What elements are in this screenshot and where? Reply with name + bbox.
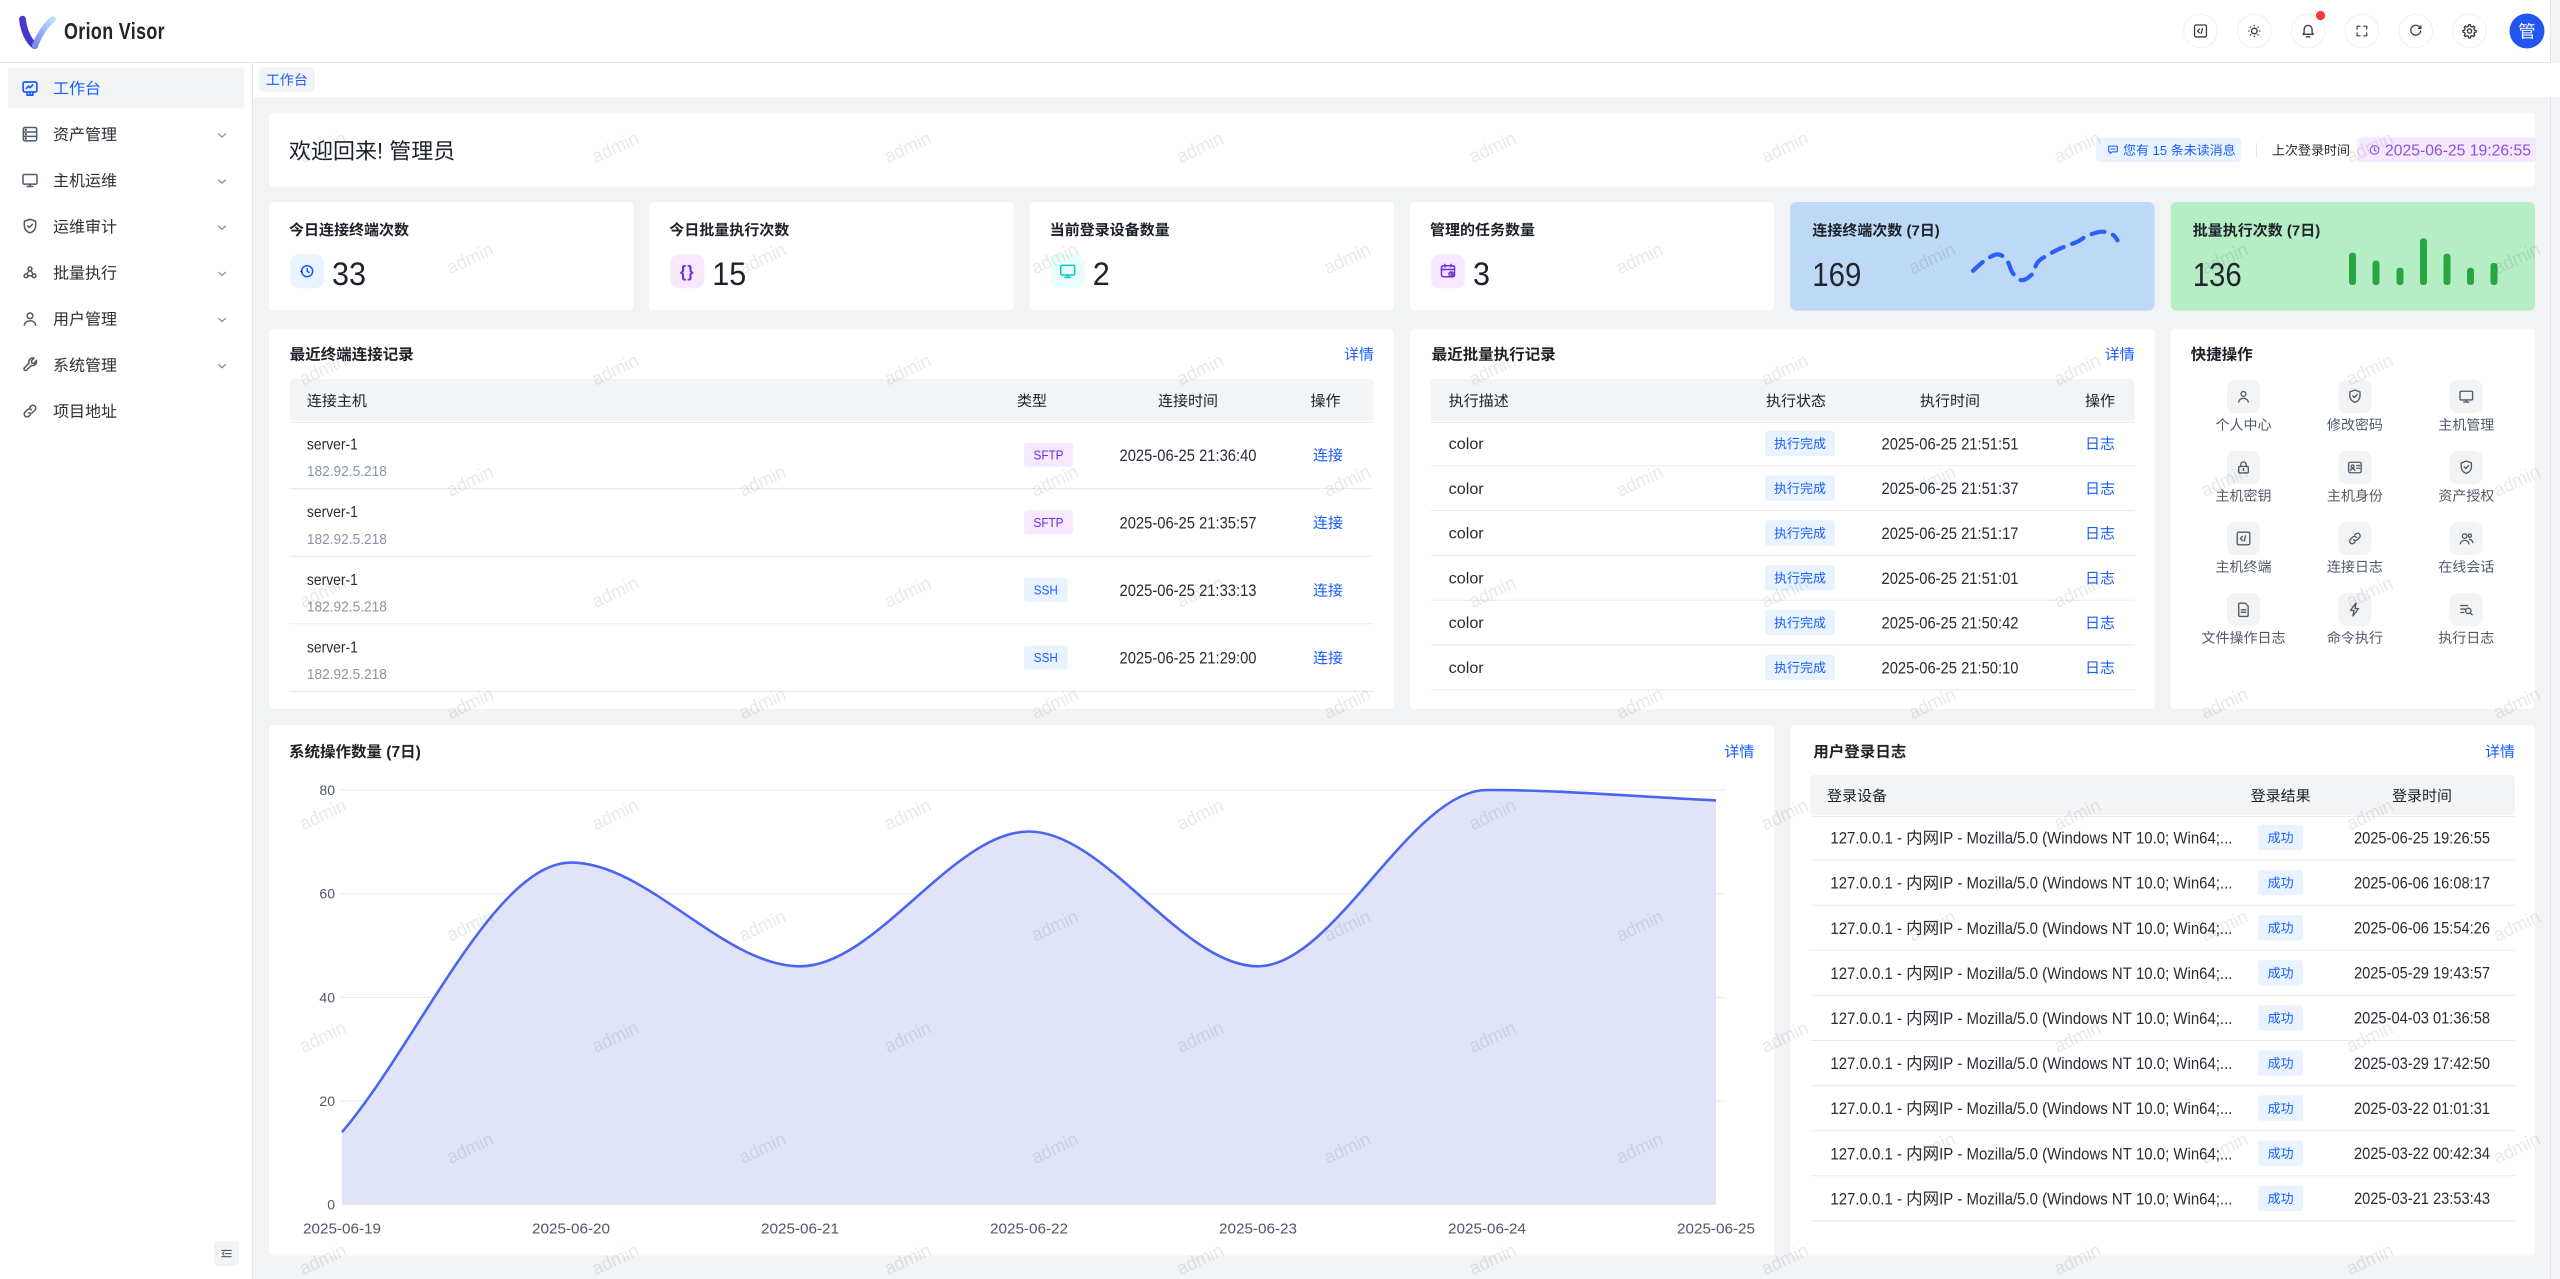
svg-text:!: ! [377, 139, 389, 164]
svg-text:2025-06-22: 2025-06-22 [990, 1221, 1068, 1238]
svg-text:127.0.0.1 -: 127.0.0.1 - [1830, 875, 1906, 893]
svg-text:IP - Mozilla/5.0 (Windows NT 1: IP - Mozilla/5.0 (Windows NT 10.0; Win64… [1939, 965, 2232, 983]
svg-text:2025-03-22 01:01:31: 2025-03-22 01:01:31 [2354, 1100, 2490, 1118]
svg-text:2: 2 [1093, 256, 1110, 292]
svg-text:IP - Mozilla/5.0 (Windows NT 1: IP - Mozilla/5.0 (Windows NT 10.0; Win64… [1939, 1055, 2232, 1073]
svg-text:127.0.0.1 -: 127.0.0.1 - [1830, 965, 1906, 983]
svg-text:182.92.5.218: 182.92.5.218 [307, 531, 387, 548]
svg-text:(7: (7 [1902, 223, 1920, 240]
svg-text:server-1: server-1 [307, 639, 358, 656]
svg-text:0: 0 [327, 1197, 335, 1213]
svg-text:33: 33 [332, 256, 366, 292]
svg-text:Orion Visor: Orion Visor [64, 18, 165, 44]
svg-text:2025-06-23: 2025-06-23 [1219, 1221, 1297, 1238]
svg-text:182.92.5.218: 182.92.5.218 [307, 666, 387, 683]
svg-text:IP - Mozilla/5.0 (Windows NT 1: IP - Mozilla/5.0 (Windows NT 10.0; Win64… [1939, 830, 2232, 848]
svg-text:2025-06-25 21:51:01: 2025-06-25 21:51:01 [1882, 569, 2019, 588]
svg-text:server-1: server-1 [307, 437, 358, 454]
svg-text:): ) [416, 744, 421, 761]
svg-text:color: color [1449, 570, 1485, 587]
svg-text:2025-06-19: 2025-06-19 [303, 1221, 381, 1238]
svg-text:60: 60 [319, 886, 335, 902]
svg-text:): ) [1935, 223, 1940, 240]
svg-text:(7: (7 [2283, 223, 2301, 240]
svg-text:2025-06-25 21:50:10: 2025-06-25 21:50:10 [1882, 658, 2019, 677]
svg-text:3: 3 [1473, 256, 1490, 292]
svg-text:127.0.0.1 -: 127.0.0.1 - [1830, 1100, 1906, 1118]
svg-text:2025-03-29 17:42:50: 2025-03-29 17:42:50 [2354, 1055, 2490, 1073]
svg-text:2025-06-06 16:08:17: 2025-06-06 16:08:17 [2354, 874, 2490, 892]
svg-text:127.0.0.1 -: 127.0.0.1 - [1830, 1145, 1906, 1163]
svg-text:2025-03-22 00:42:34: 2025-03-22 00:42:34 [2354, 1145, 2490, 1163]
svg-text:2025-05-29 19:43:57: 2025-05-29 19:43:57 [2354, 965, 2490, 983]
svg-text:2025-06-21: 2025-06-21 [761, 1221, 839, 1238]
svg-text:15: 15 [2149, 143, 2171, 158]
svg-text:SFTP: SFTP [1034, 515, 1064, 530]
svg-text:color: color [1449, 660, 1485, 677]
svg-text:color: color [1449, 526, 1485, 543]
svg-text:127.0.0.1 -: 127.0.0.1 - [1830, 1055, 1906, 1073]
svg-text:IP - Mozilla/5.0 (Windows NT 1: IP - Mozilla/5.0 (Windows NT 10.0; Win64… [1939, 1145, 2232, 1163]
svg-text:2025-06-25: 2025-06-25 [1677, 1221, 1755, 1238]
svg-text:127.0.0.1 -: 127.0.0.1 - [1830, 920, 1906, 938]
svg-text:127.0.0.1 -: 127.0.0.1 - [1830, 1190, 1906, 1208]
svg-text:2025-06-25 21:51:51: 2025-06-25 21:51:51 [1882, 434, 2019, 453]
svg-text:IP - Mozilla/5.0 (Windows NT 1: IP - Mozilla/5.0 (Windows NT 10.0; Win64… [1939, 1100, 2232, 1118]
svg-text:2025-06-24: 2025-06-24 [1448, 1221, 1526, 1238]
svg-text:2025-06-25 21:36:40: 2025-06-25 21:36:40 [1120, 446, 1257, 465]
svg-text:color: color [1449, 481, 1485, 498]
svg-text:2025-06-25 21:51:17: 2025-06-25 21:51:17 [1882, 524, 2019, 543]
svg-text:color: color [1449, 436, 1485, 453]
svg-text:): ) [2315, 223, 2320, 240]
svg-text:2025-06-25 21:35:57: 2025-06-25 21:35:57 [1120, 513, 1257, 532]
svg-text:2025-06-25 19:26:55: 2025-06-25 19:26:55 [2354, 829, 2490, 847]
svg-text:127.0.0.1 -: 127.0.0.1 - [1830, 830, 1906, 848]
svg-text:SFTP: SFTP [1034, 447, 1064, 462]
svg-text:SSH: SSH [1034, 650, 1058, 665]
svg-text:20: 20 [319, 1093, 335, 1109]
svg-text:color: color [1449, 615, 1485, 632]
svg-text:40: 40 [319, 989, 335, 1005]
svg-text:80: 80 [319, 782, 335, 798]
svg-text:IP - Mozilla/5.0 (Windows NT 1: IP - Mozilla/5.0 (Windows NT 10.0; Win64… [1939, 920, 2232, 938]
svg-text:2025-06-06 15:54:26: 2025-06-06 15:54:26 [2354, 920, 2490, 938]
svg-text:SSH: SSH [1034, 583, 1058, 598]
svg-text:2025-06-25 21:50:42: 2025-06-25 21:50:42 [1882, 614, 2019, 633]
svg-text:2025-06-25 21:29:00: 2025-06-25 21:29:00 [1120, 649, 1257, 668]
svg-text:(7: (7 [382, 744, 400, 761]
svg-text:169: 169 [1812, 256, 1861, 293]
svg-text:server-1: server-1 [307, 504, 358, 521]
svg-text:IP - Mozilla/5.0 (Windows NT 1: IP - Mozilla/5.0 (Windows NT 10.0; Win64… [1939, 875, 2232, 893]
svg-text:2025-06-20: 2025-06-20 [532, 1221, 610, 1238]
svg-text:2025-03-21 23:53:43: 2025-03-21 23:53:43 [2354, 1190, 2490, 1208]
svg-text:{}: {} [680, 263, 695, 281]
svg-text:127.0.0.1 -: 127.0.0.1 - [1830, 1010, 1906, 1028]
svg-text:IP - Mozilla/5.0 (Windows NT 1: IP - Mozilla/5.0 (Windows NT 10.0; Win64… [1939, 1190, 2232, 1208]
svg-text:182.92.5.218: 182.92.5.218 [307, 463, 387, 480]
svg-text:2025-06-25 19:26:55: 2025-06-25 19:26:55 [2385, 143, 2531, 160]
